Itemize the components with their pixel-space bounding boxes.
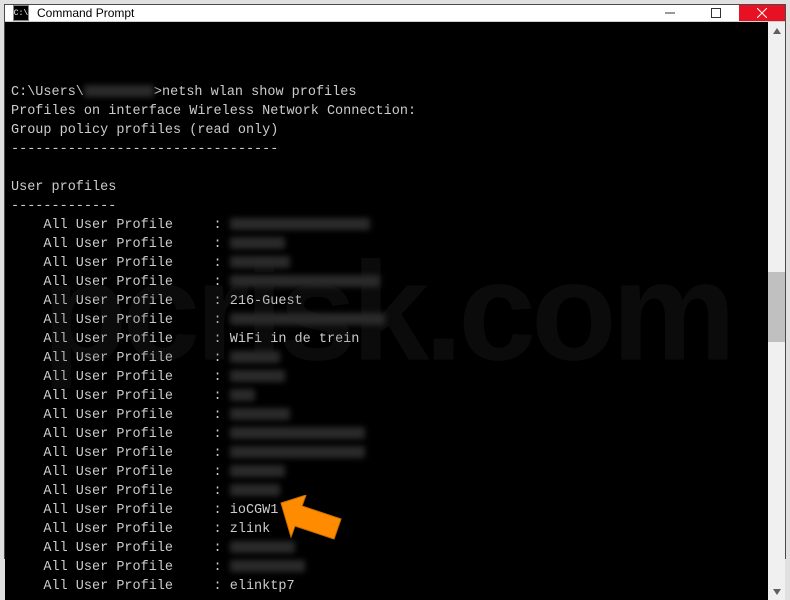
maximize-button[interactable] [693, 5, 739, 21]
profile-row: All User Profile : x [11, 216, 762, 235]
terminal-line: ------------- [11, 197, 762, 216]
profile-row: All User Profile : WiFi in de trein [11, 330, 762, 349]
profile-name: 216-Guest [230, 294, 303, 309]
profile-row: All User Profile : x [11, 273, 762, 292]
minimize-button[interactable] [647, 5, 693, 21]
profile-row: All User Profile : x [11, 463, 762, 482]
terminal-area: pcrisk.com C:\Users\x>netsh wlan show pr… [5, 22, 785, 600]
profile-name: WiFi in de trein [230, 332, 360, 347]
terminal-line: --------------------------------- [11, 140, 762, 159]
profile-row: All User Profile : x [11, 482, 762, 501]
profile-row: All User Profile : x [11, 235, 762, 254]
scroll-up-button[interactable] [768, 22, 785, 39]
titlebar[interactable]: C:\ Command Prompt [5, 5, 785, 22]
profile-row: All User Profile : x [11, 368, 762, 387]
profile-row: All User Profile : x [11, 539, 762, 558]
profile-row: All User Profile : ioCGW1 [11, 501, 762, 520]
scroll-down-button[interactable] [768, 583, 785, 600]
profile-name: zlink [230, 522, 271, 537]
command-prompt-window: C:\ Command Prompt pcrisk.com C:\Users\x… [4, 4, 786, 559]
profile-row: All User Profile : x [11, 425, 762, 444]
profile-row: All User Profile : elinktp7 [11, 577, 762, 596]
profile-row: All User Profile : x [11, 254, 762, 273]
profile-row: All User Profile : x [11, 558, 762, 577]
window-controls [647, 5, 785, 21]
terminal-line: User profiles [11, 178, 762, 197]
profile-row: All User Profile : 216-Guest [11, 292, 762, 311]
vertical-scrollbar[interactable] [768, 22, 785, 600]
terminal-line [11, 159, 762, 178]
profile-row: All User Profile : zlink [11, 520, 762, 539]
terminal-output[interactable]: pcrisk.com C:\Users\x>netsh wlan show pr… [5, 22, 768, 600]
profile-row: All User Profile : x [11, 311, 762, 330]
terminal-line: Profiles on interface Wireless Network C… [11, 102, 762, 121]
cmd-icon: C:\ [13, 5, 29, 21]
terminal-line: C:\Users\x>netsh wlan show profiles [11, 83, 762, 102]
profile-name: ioCGW1 [230, 503, 279, 518]
profile-row: All User Profile : x [11, 406, 762, 425]
scroll-thumb[interactable] [768, 272, 785, 342]
profile-row: All User Profile : x [11, 444, 762, 463]
profile-row: All User Profile : x [11, 349, 762, 368]
terminal-line: Group policy profiles (read only) [11, 121, 762, 140]
window-title: Command Prompt [37, 6, 647, 20]
close-button[interactable] [739, 5, 785, 21]
profile-name: elinktp7 [230, 579, 295, 594]
profile-row: All User Profile : x [11, 387, 762, 406]
